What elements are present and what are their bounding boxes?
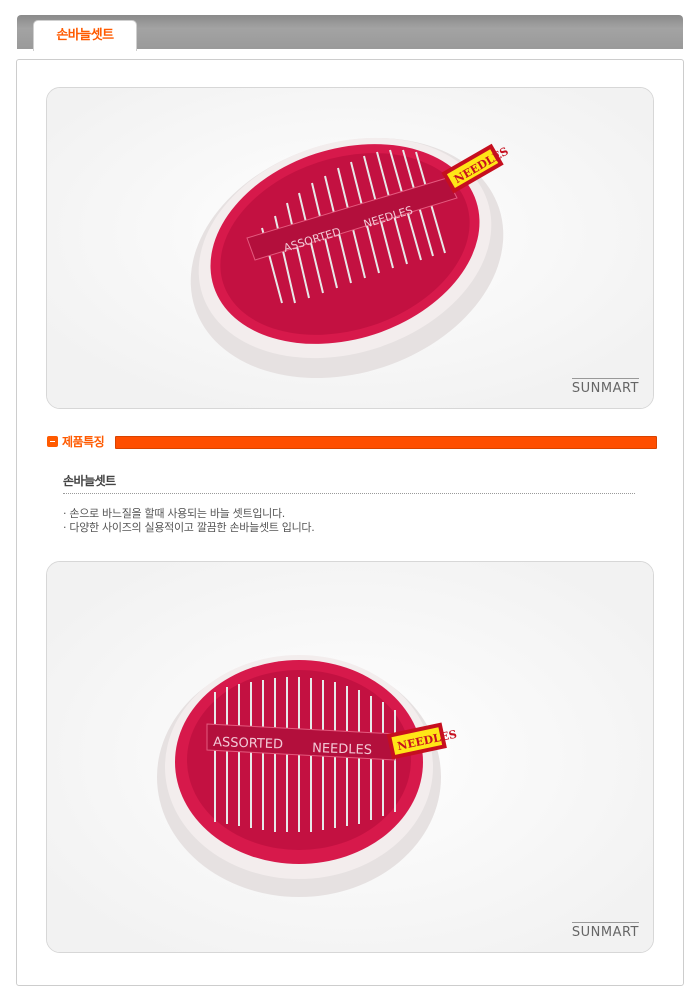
needle-case-image: ASSORTED NEEDLES NEEDLES — [47, 88, 653, 408]
product-name: 손바늘셋트 — [63, 474, 116, 488]
divider — [63, 493, 635, 494]
brand-logo-bottom: SUNMART — [571, 922, 639, 940]
product-photo-bottom: ASSORTED NEEDLES NEEDLES SUNMART — [46, 561, 654, 953]
description-line: · 손으로 바느질을 할때 사용되는 바늘 셋트입니다. — [63, 507, 285, 520]
section-header: 제품특징 — [47, 434, 657, 449]
case-text-needles: NEEDLES — [312, 741, 372, 758]
section-bullet-icon — [47, 436, 58, 447]
needle-case-image: ASSORTED NEEDLES NEEDLES — [47, 562, 653, 952]
brand-logo-top: SUNMART — [571, 378, 639, 396]
description-line: · 다양한 사이즈의 실용적이고 깔끔한 손바늘셋트 입니다. — [63, 521, 315, 534]
product-photo-top: ASSORTED NEEDLES NEEDLES SUNMART — [46, 87, 654, 409]
case-text-assorted: ASSORTED — [213, 735, 283, 752]
product-description: · 손으로 바느질을 할때 사용되는 바늘 셋트입니다. · 다양한 사이즈의 … — [63, 507, 315, 535]
section-bar — [115, 436, 657, 449]
tab-product[interactable]: 손바늘셋트 — [33, 20, 137, 51]
section-title: 제품특징 — [62, 435, 105, 449]
